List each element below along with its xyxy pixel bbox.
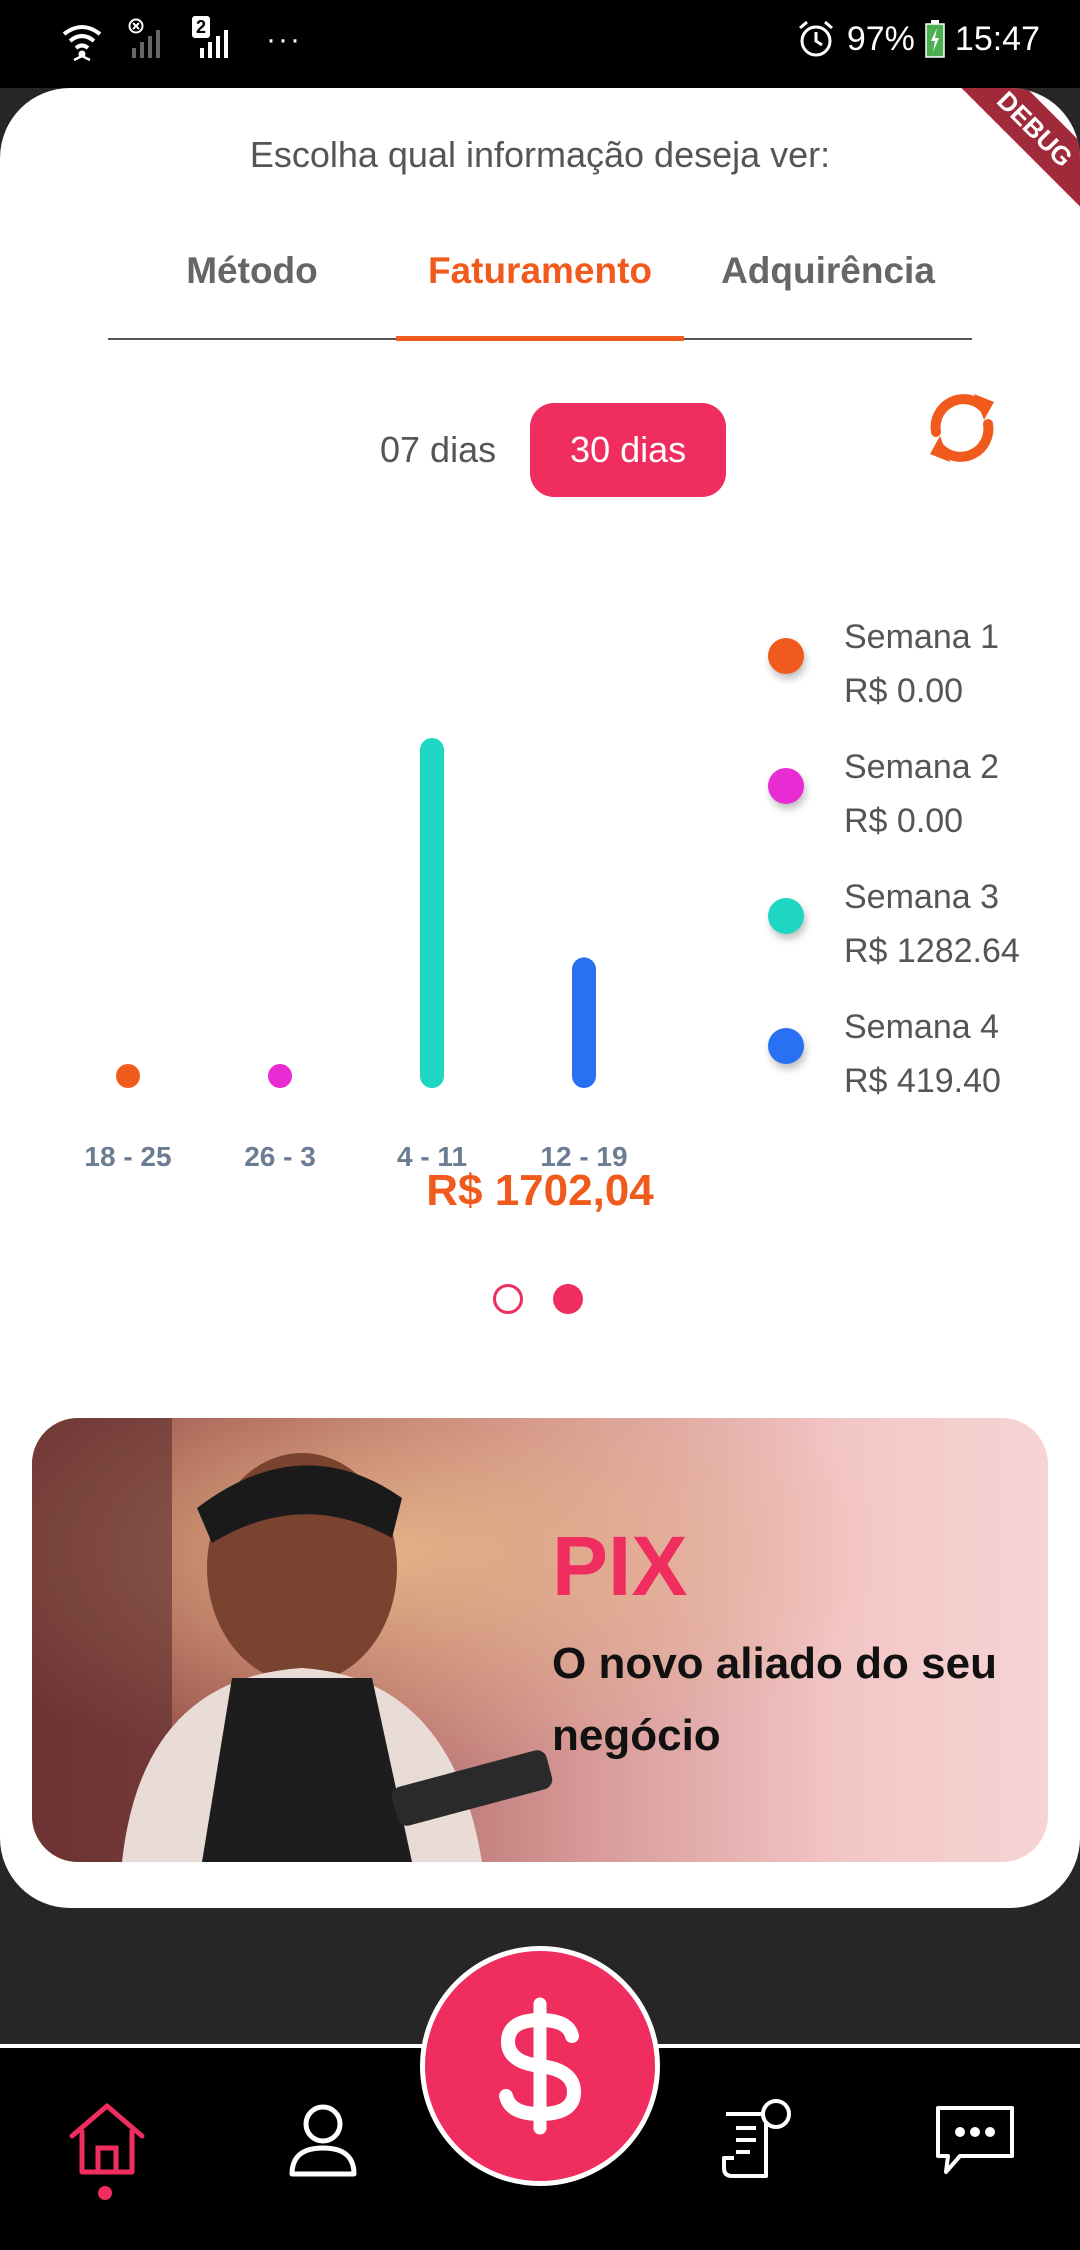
legend-dot-week-4 xyxy=(768,1028,804,1064)
page-dot-2[interactable] xyxy=(553,1284,583,1314)
legend-dot-week-1 xyxy=(768,638,804,674)
clock: 15:47 xyxy=(954,19,1040,58)
section-prompt: Escolha qual informação deseja ver: xyxy=(249,134,831,175)
tab-adquirencia[interactable]: Adquirência xyxy=(684,238,972,338)
battery-charging-icon xyxy=(925,20,945,58)
dollar-icon xyxy=(499,1997,582,2135)
profile-icon[interactable] xyxy=(278,2094,368,2184)
receipt-icon[interactable] xyxy=(710,2094,800,2184)
refresh-icon[interactable] xyxy=(914,380,1010,476)
period-7-days-button[interactable]: 07 dias xyxy=(380,429,496,471)
legend-dot-week-2 xyxy=(768,768,804,804)
chat-icon[interactable] xyxy=(930,2094,1020,2184)
banner-tagline: O novo aliado do seu negócio xyxy=(552,1639,997,1760)
period-30-days-button[interactable]: 30 dias xyxy=(530,403,727,497)
legend-dot-week-3 xyxy=(768,898,804,934)
alarm-icon xyxy=(798,20,833,57)
legend-value: R$ 0.00 xyxy=(844,672,964,710)
chart-canvas: 18 - 25 26 - 34 - 11 12 - 19 xyxy=(84,738,628,1172)
total-revenue: R$ 1702,04 xyxy=(426,1166,654,1215)
pix-promo-banner[interactable]: PIX O novo aliado do seu negócio xyxy=(32,1418,1048,1862)
page-dot-1[interactable] xyxy=(493,1284,523,1314)
wifi-icon xyxy=(62,25,102,62)
legend-value: R$ 419.40 xyxy=(844,1062,1001,1100)
chart-bar-2 xyxy=(268,1064,292,1088)
legend-label: Semana 1 xyxy=(844,618,999,656)
page-indicator xyxy=(493,1284,583,1314)
banner-title: PIX xyxy=(552,1519,688,1613)
signal-sim2-icon: 2 xyxy=(192,16,238,62)
legend-value: R$ 0.00 xyxy=(844,802,964,840)
signal-blocked-icon xyxy=(128,18,160,58)
home-icon[interactable] xyxy=(62,2094,152,2184)
legend-value: R$ 1282.64 xyxy=(844,932,1020,970)
legend-label: Semana 3 xyxy=(844,878,999,916)
more-status-icons: ··· xyxy=(266,23,302,56)
status-bar: 2 ··· 97% 15:47 xyxy=(0,0,1080,88)
weekly-revenue-chart: 18 - 25 26 - 34 - 11 12 - 19 xyxy=(60,628,680,1188)
tab-metodo[interactable]: Método xyxy=(108,238,396,338)
period-selector: 07 dias 30 dias xyxy=(380,403,727,497)
active-indicator xyxy=(98,2186,112,2200)
info-tabs: Método Faturamento Adquirência xyxy=(108,238,972,341)
legend-label: Semana 2 xyxy=(844,748,999,786)
tab-faturamento[interactable]: Faturamento xyxy=(396,238,684,341)
legend-label: Semana 4 xyxy=(844,1008,999,1046)
content-card: DEBUG Escolha qual informação deseja ver… xyxy=(0,88,1080,1908)
battery-percent: 97% xyxy=(846,19,915,58)
payment-fab-button[interactable] xyxy=(420,1946,660,2186)
chart-bar-1 xyxy=(116,1064,140,1088)
